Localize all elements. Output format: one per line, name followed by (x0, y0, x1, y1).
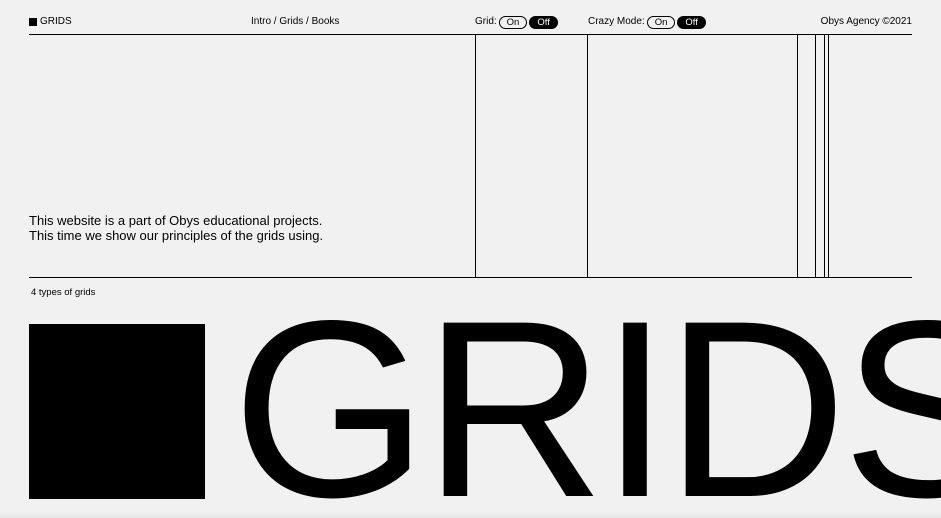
page: GRIDS Intro / Grids / Books Grid: On Off… (0, 0, 941, 518)
bottom-shadow (0, 510, 941, 518)
copyright: Obys Agency ©2021 (820, 16, 912, 27)
crazy-mode-toggle: Crazy Mode: On Off (588, 12, 706, 32)
breadcrumb-books[interactable]: Books (312, 16, 340, 27)
breadcrumb-grids[interactable]: Grids (279, 16, 303, 27)
grid-column-line (475, 34, 476, 278)
grid-column-line (815, 34, 816, 278)
top-divider (29, 34, 912, 35)
breadcrumb-intro[interactable]: Intro (251, 16, 271, 27)
logo-label: GRIDS (40, 16, 72, 27)
crazy-mode-off-button[interactable]: Off (677, 15, 706, 29)
crazy-mode-label: Crazy Mode: (588, 16, 645, 27)
crazy-mode-on-button[interactable]: On (646, 15, 676, 29)
grid-off-button[interactable]: Off (529, 15, 558, 29)
grid-toggle-label: Grid: (475, 16, 497, 27)
black-square-graphic (29, 324, 205, 499)
hero-title: GRIDS (232, 269, 941, 518)
grid-column-line (824, 34, 825, 278)
grid-column-line (828, 34, 829, 278)
grid-on-button[interactable]: On (498, 15, 528, 29)
logo-link[interactable]: GRIDS (29, 12, 72, 32)
square-logo-icon (29, 18, 37, 26)
intro-line-1: This website is a part of Obys education… (29, 213, 323, 228)
section-label: 4 types of grids (31, 287, 96, 298)
top-bar: GRIDS Intro / Grids / Books Grid: On Off… (29, 12, 912, 32)
intro-line-2: This time we show our principles of the … (29, 228, 324, 243)
intro-text: This website is a part of Obys education… (29, 213, 323, 243)
breadcrumb-separator: / (303, 16, 312, 27)
breadcrumb: Intro / Grids / Books (251, 12, 339, 32)
grid-column-line (797, 34, 798, 278)
grid-toggle: Grid: On Off (475, 12, 558, 32)
grid-column-line (587, 34, 588, 278)
